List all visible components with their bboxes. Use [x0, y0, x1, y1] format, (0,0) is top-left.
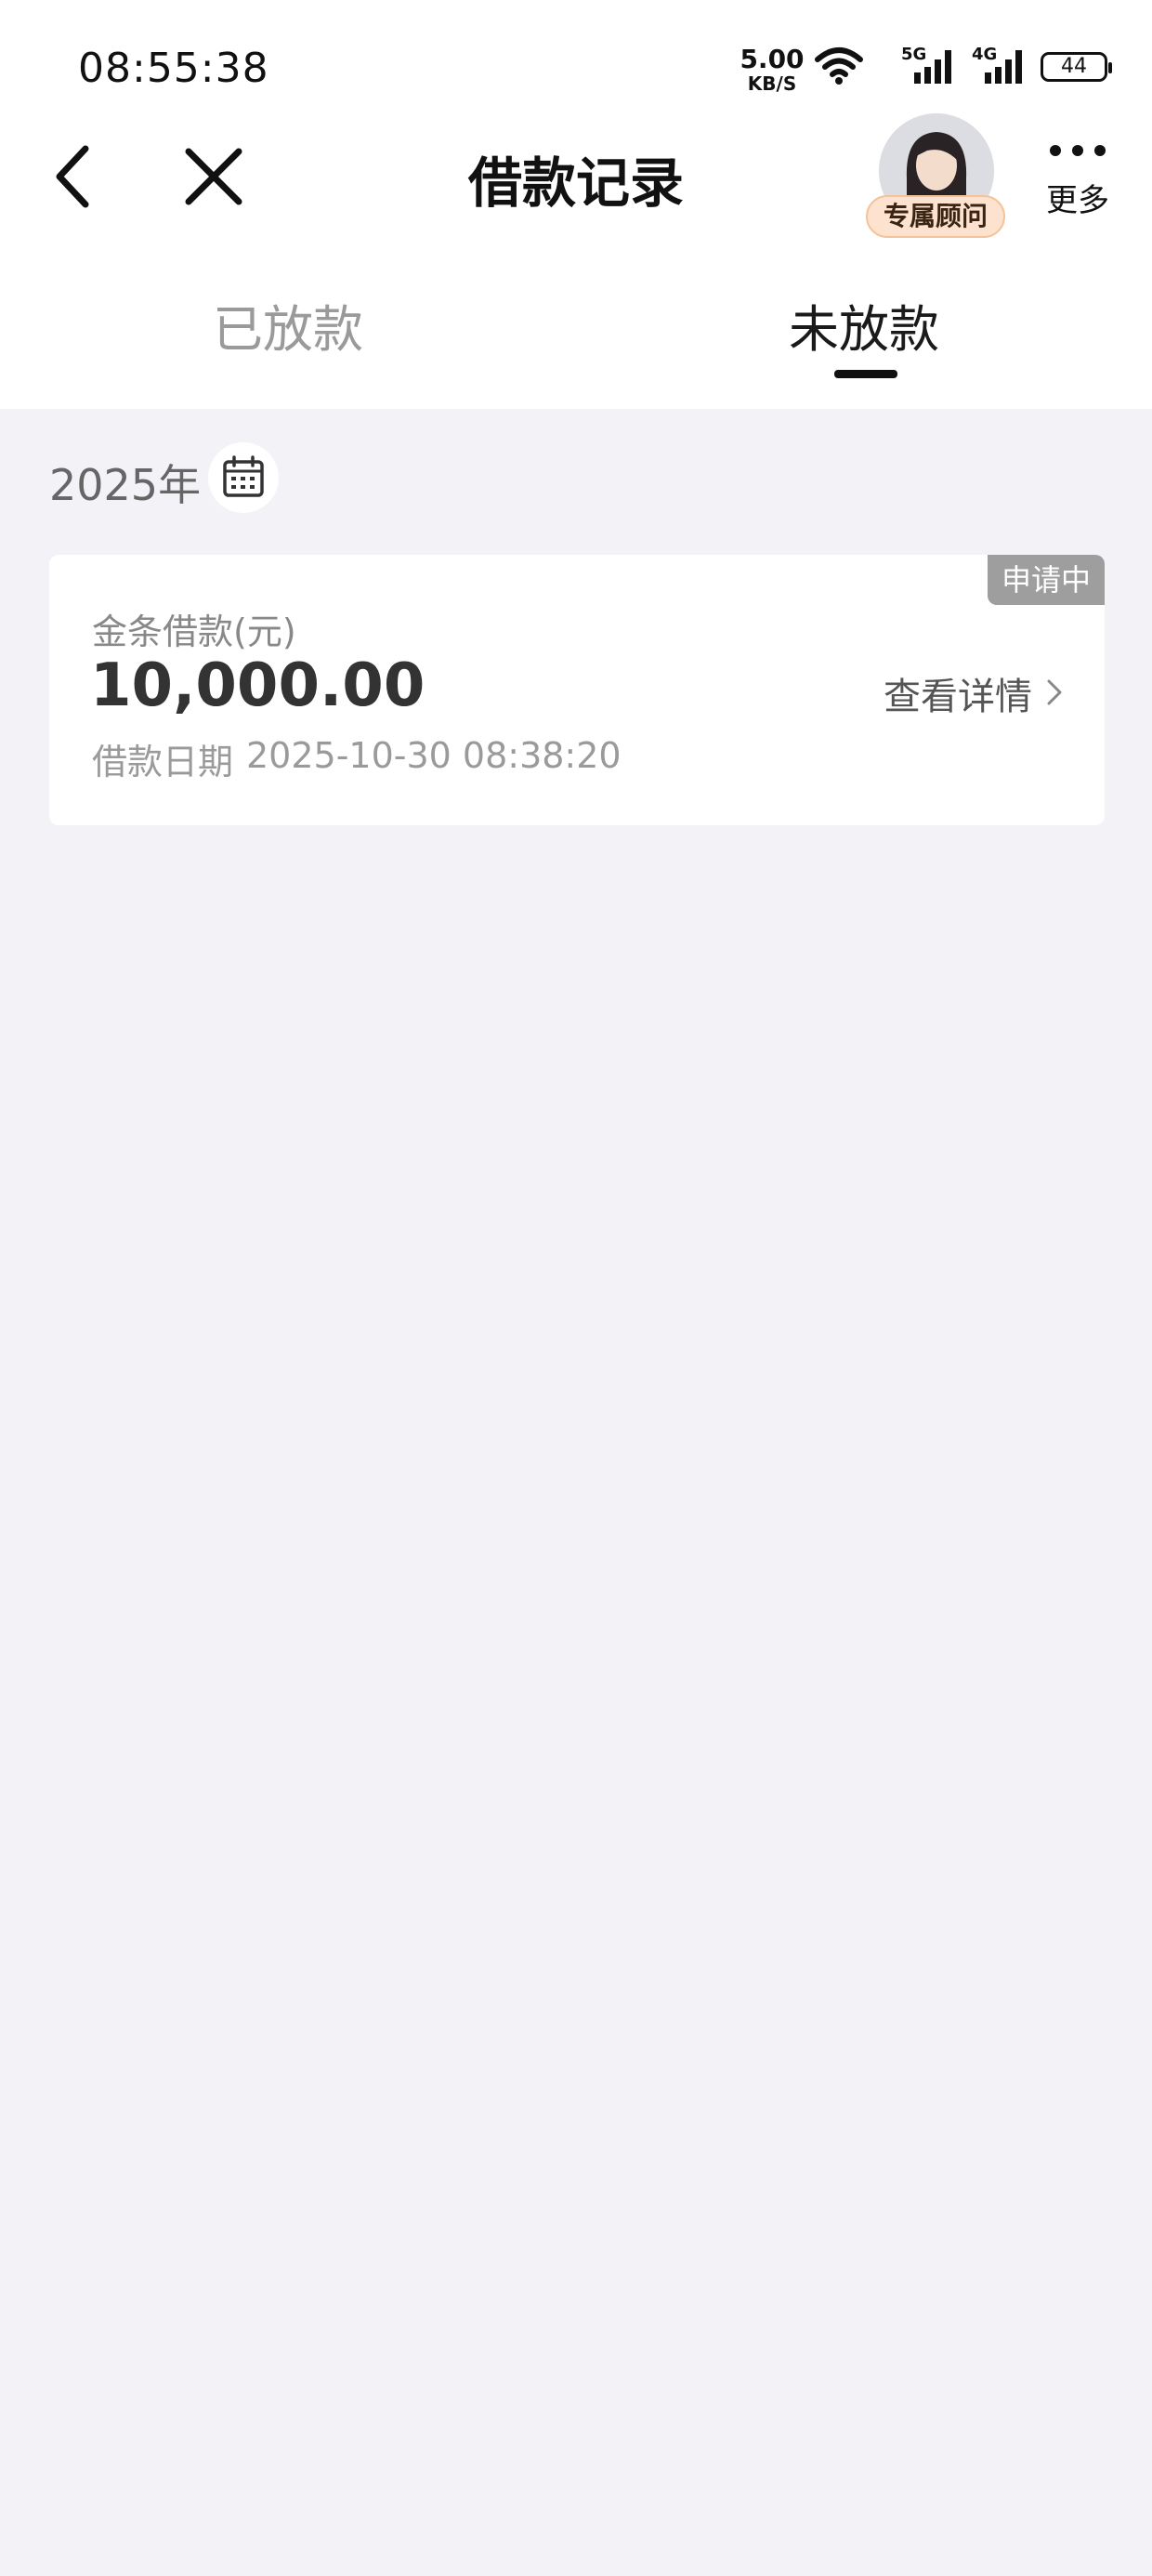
tab-disbursed[interactable]: 已放款: [149, 288, 427, 361]
advisor-badge: 专属顾问: [866, 195, 1005, 238]
loan-date-label: 借款日期: [92, 742, 234, 782]
loan-date: 2025-10-30 08:38:20: [246, 735, 622, 776]
back-icon[interactable]: [46, 139, 102, 214]
loan-type-label: 金条借款(元): [92, 611, 296, 652]
network-speed-unit: KB/S: [747, 72, 797, 95]
network-speed-value: 5.00: [740, 44, 805, 74]
status-badge: 申请中: [988, 555, 1105, 605]
header-area: 08:55:38 5.00 KB/S 5G 4G 44 借款记录 专属顾问 更多…: [0, 0, 1152, 409]
calendar-button[interactable]: [208, 442, 279, 513]
wifi-icon: [815, 47, 863, 85]
loan-record-card[interactable]: 申请中 金条借款(元) 10,000.00 借款日期 2025-10-30 08…: [49, 555, 1105, 825]
calendar-icon: [223, 455, 264, 497]
tab-not-disbursed[interactable]: 未放款: [725, 288, 1003, 361]
status-time: 08:55:38: [78, 45, 269, 92]
more-dots-icon: [1050, 145, 1106, 156]
battery-icon: 44: [1041, 52, 1112, 82]
network-speed: 5.00 KB/S: [740, 44, 805, 95]
loan-amount: 10,000.00: [90, 651, 425, 720]
advisor-button[interactable]: 专属顾问: [864, 110, 1013, 249]
more-button[interactable]: 更多: [1041, 141, 1115, 234]
more-label: 更多: [1046, 182, 1109, 219]
page-title: 借款记录: [467, 151, 684, 215]
active-tab-indicator: [834, 370, 897, 378]
view-details-link[interactable]: 查看详情: [884, 666, 1032, 720]
year-label: 2025年: [49, 460, 202, 510]
chevron-right-icon[interactable]: [1043, 674, 1066, 711]
close-icon[interactable]: [181, 144, 246, 209]
